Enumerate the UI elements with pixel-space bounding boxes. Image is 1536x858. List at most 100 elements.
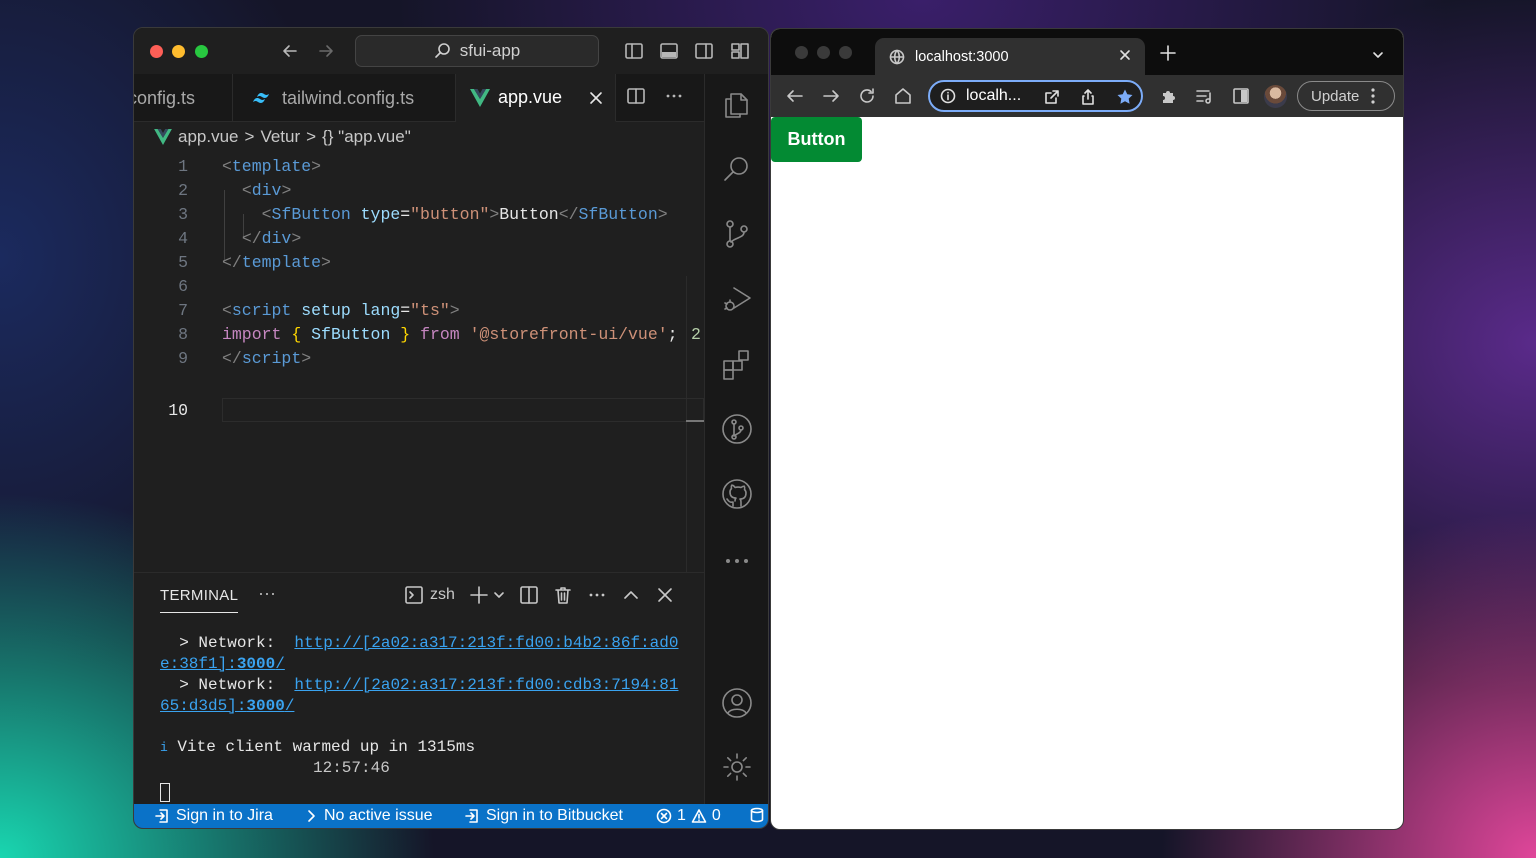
terminal-text: > Network: [160, 634, 295, 652]
tab-close-icon[interactable] [1117, 47, 1133, 63]
vscode-titlebar: sfui-app [134, 28, 768, 74]
reload-icon[interactable] [857, 87, 877, 105]
breadcrumb-symbol[interactable]: {} "app.vue" [322, 127, 411, 147]
side-panel-icon[interactable] [1231, 87, 1251, 105]
toggle-panel-icon[interactable] [659, 41, 679, 61]
github-icon[interactable] [720, 477, 754, 511]
error-icon [656, 808, 672, 824]
chevron-down-icon[interactable] [493, 589, 505, 601]
window-close-button[interactable] [150, 45, 163, 58]
window-minimize-button[interactable] [172, 45, 185, 58]
gitlens-icon[interactable] [720, 412, 754, 446]
browser-tab-active[interactable]: localhost:3000 [875, 38, 1145, 75]
window-maximize-button[interactable] [195, 45, 208, 58]
panel-more-button[interactable]: ··· [258, 583, 276, 604]
tab-app-vue[interactable]: app.vue [456, 74, 616, 122]
terminal-shell-selector[interactable]: zsh [404, 585, 455, 605]
info-icon: i [160, 740, 168, 755]
reading-list-icon[interactable] [1195, 87, 1215, 105]
toggle-primary-sidebar-icon[interactable] [624, 41, 644, 61]
page-button[interactable]: Button [771, 117, 862, 162]
new-terminal-icon[interactable] [469, 585, 489, 605]
command-center-search[interactable]: sfui-app [355, 35, 599, 67]
bookmark-star-icon[interactable] [1116, 88, 1134, 106]
error-count: 1 [677, 807, 686, 824]
site-info-icon[interactable] [940, 88, 956, 104]
network-url-link[interactable]: http://[2a02:a317:213f:fd00:cdb3:7194:81 [294, 676, 678, 694]
bitbucket-label: Sign in to Bitbucket [486, 807, 623, 824]
network-url-link[interactable]: e:38f1]: [160, 655, 237, 673]
search-icon[interactable] [720, 152, 754, 186]
activity-bar: 1 [704, 74, 768, 828]
split-terminal-icon[interactable] [519, 585, 539, 605]
back-arrow-icon[interactable] [280, 41, 300, 61]
port-number[interactable]: 3000 [246, 697, 284, 715]
trash-icon[interactable] [553, 585, 573, 605]
breadcrumb: app.vue > Vetur > {} "app.vue" [154, 126, 411, 148]
network-url-link[interactable]: / [285, 697, 295, 715]
close-panel-icon[interactable] [655, 585, 675, 605]
terminal-icon [404, 585, 424, 605]
more-actions-icon[interactable] [664, 86, 684, 106]
back-arrow-icon[interactable] [785, 87, 805, 105]
extensions-puzzle-icon[interactable] [1159, 87, 1179, 105]
accounts-icon[interactable] [720, 686, 754, 720]
code-editor[interactable]: 1 <template> 2 <div> 3 <SfButton type="bu… [134, 152, 711, 696]
vue-icon [154, 129, 172, 145]
workspace-name: sfui-app [459, 41, 521, 60]
tab-config-ts[interactable]: config.ts [133, 74, 233, 122]
window-close-button[interactable] [795, 46, 808, 59]
profile-avatar[interactable] [1264, 85, 1287, 108]
bitbucket-signin-item[interactable]: Sign in to Bitbucket [464, 807, 623, 825]
explorer-icon[interactable] [720, 88, 754, 122]
line-number: 3 [178, 204, 188, 224]
more-actions-icon[interactable] [587, 585, 607, 605]
address-bar[interactable]: localh... [928, 80, 1143, 112]
network-url-link[interactable]: / [275, 655, 285, 673]
settings-gear-icon[interactable] [720, 750, 754, 784]
notifications-item[interactable] [750, 807, 764, 823]
share-icon[interactable] [1080, 89, 1096, 105]
terminal-output[interactable]: > Network: http://[2a02:a317:213f:fd00:b… [160, 633, 690, 804]
more-views-icon[interactable] [720, 544, 754, 578]
customize-layout-icon[interactable] [730, 41, 750, 61]
tab-close-icon[interactable] [588, 90, 604, 106]
forward-arrow-icon[interactable] [821, 87, 841, 105]
forward-arrow-icon[interactable] [316, 41, 336, 61]
maximize-panel-icon[interactable] [621, 585, 641, 605]
code-text: <template> [222, 156, 322, 176]
extensions-icon[interactable] [720, 347, 754, 381]
tab-label: app.vue [498, 87, 563, 107]
update-label: Update [1311, 87, 1360, 105]
new-tab-icon[interactable] [1159, 44, 1177, 62]
code-line: 7 <script setup lang="ts"> [134, 298, 704, 322]
breadcrumb-language[interactable]: Vetur [260, 127, 300, 147]
kebab-menu-icon[interactable] [1371, 88, 1375, 104]
active-issue-item[interactable]: No active issue [306, 807, 433, 825]
network-url-link[interactable]: http://[2a02:a317:213f:fd00:b4b2:86f:ad0 [294, 634, 678, 652]
open-in-new-icon[interactable] [1044, 89, 1060, 105]
code-text: </script> [222, 348, 312, 368]
update-button[interactable]: Update [1297, 81, 1395, 111]
jira-label: Sign in to Jira [176, 807, 273, 824]
tab-label: config.ts [133, 87, 196, 108]
terminal-tab[interactable]: TERMINAL [160, 587, 239, 613]
port-number[interactable]: 3000 [237, 655, 275, 673]
jira-signin-item[interactable]: Sign in to Jira [154, 807, 273, 825]
toggle-secondary-sidebar-icon[interactable] [694, 41, 714, 61]
warning-count: 0 [711, 807, 721, 824]
run-and-debug-icon[interactable] [720, 282, 754, 316]
breadcrumb-file[interactable]: app.vue [178, 127, 239, 147]
split-editor-icon[interactable] [626, 86, 646, 106]
source-control-icon[interactable] [720, 217, 754, 251]
browser-window: localhost:3000 localh... Update Button [770, 28, 1404, 830]
problems-item[interactable]: 1 0 [656, 807, 721, 825]
tab-search-chevron-icon[interactable] [1371, 48, 1385, 62]
window-maximize-button[interactable] [839, 46, 852, 59]
tab-tailwind-config[interactable]: tailwind.config.ts [234, 74, 456, 122]
url-text: localh... [966, 87, 1022, 104]
home-icon[interactable] [893, 87, 913, 105]
code-line: 4 </div> [134, 226, 704, 250]
window-minimize-button[interactable] [817, 46, 830, 59]
network-url-link[interactable]: 65:d3d5]: [160, 697, 246, 715]
